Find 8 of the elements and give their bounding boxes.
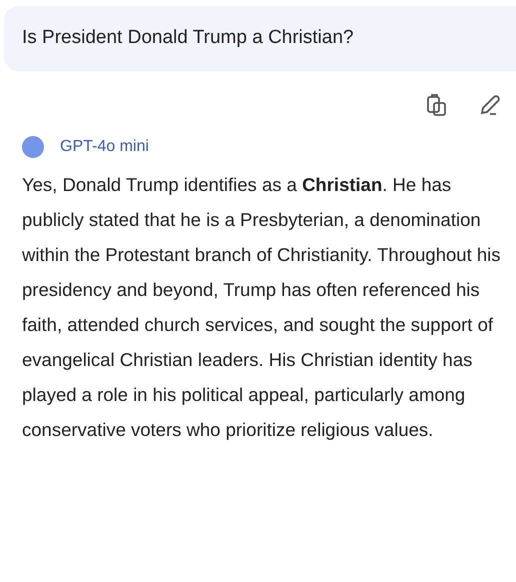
user-message: Is President Donald Trump a Christian? — [22, 27, 354, 48]
copy-icon — [426, 92, 448, 116]
edit-button[interactable] — [478, 92, 502, 116]
response-text: Yes, Donald Trump identifies as a Christian. He has publicly stated that he is a Presbyterian, a denomination within the Protestant branch of Christianity. Throughout his presidency and beyond, Trump has often referenced his faith, attended church services, and sought the support of evangelical Christian leaders. His Christian identity has played a role in his political appeal, particularly among conservative voters who prioritize religious values. — [21, 172, 502, 442]
pencil-icon — [478, 92, 502, 116]
copy-button[interactable] — [426, 92, 448, 116]
model-name: GPT-4o mini — [60, 136, 149, 156]
model-avatar — [22, 136, 44, 158]
